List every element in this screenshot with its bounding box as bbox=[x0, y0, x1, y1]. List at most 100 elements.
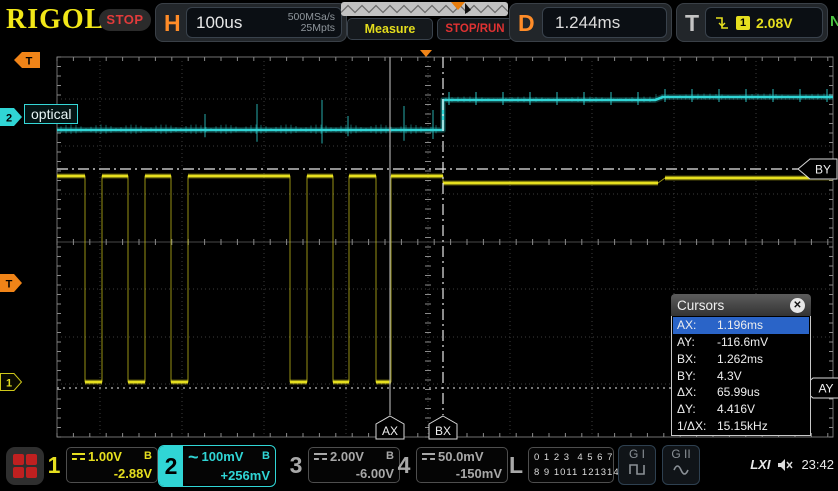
cursors-panel[interactable]: Cursors ✕ AX: 1.196ms AY: -116.6mV BX: 1… bbox=[671, 294, 811, 438]
sine-wave-icon bbox=[672, 462, 690, 476]
logic-readout: 0 1 2 3 4 5 6 7 8 9 1011 12131415 bbox=[528, 447, 614, 483]
trigger-label: T bbox=[685, 10, 699, 37]
channel3-number: 3 bbox=[286, 452, 306, 479]
generator1-label: G I bbox=[619, 446, 655, 462]
cursor-dx-value: 65.99us bbox=[717, 385, 760, 399]
channel1-scale: 1.00V bbox=[88, 450, 122, 463]
cursor-ay-label: AY: bbox=[677, 335, 715, 349]
channel2-user-label[interactable]: optical bbox=[24, 104, 78, 124]
cursor-by-value: 4.3V bbox=[717, 369, 742, 383]
trigger-mode-indicator: N bbox=[830, 13, 838, 30]
channel2-marker-label: 2 bbox=[6, 113, 12, 125]
trigger-level-marker[interactable]: T bbox=[0, 274, 23, 292]
delay-value: 1.244ms bbox=[555, 13, 620, 33]
channel1-marker-label: 1 bbox=[6, 378, 12, 390]
channel2-offset: +256mV bbox=[188, 469, 270, 482]
cursor-row-freq[interactable]: 1/ΔX: 15.15kHz bbox=[673, 417, 809, 434]
timebase-value: 100us bbox=[196, 13, 242, 33]
cursor-bx-tag-label: BX bbox=[435, 424, 451, 438]
lxi-indicator: LXI bbox=[750, 457, 770, 472]
cursor-dy-label: ΔY: bbox=[677, 402, 715, 416]
cursor-row-dy[interactable]: ΔY: 4.416V bbox=[673, 401, 809, 418]
falling-edge-icon bbox=[714, 15, 730, 31]
acquisition-info: 500MSa/s 25Mpts bbox=[288, 12, 335, 34]
horizontal-label: H bbox=[164, 10, 181, 37]
close-icon[interactable]: ✕ bbox=[790, 298, 805, 313]
channel2-scale: 100mV bbox=[202, 450, 244, 463]
channel2-number: 2 bbox=[159, 446, 183, 486]
channel1-offset: -2.88V bbox=[72, 467, 152, 480]
channel3-bandwidth-badge: B bbox=[386, 450, 394, 463]
channel2-readout: ~ 100mV B +256mV bbox=[183, 448, 275, 484]
cursor-ax-tag[interactable]: AX bbox=[375, 415, 405, 440]
channel2-position-marker[interactable]: 2 bbox=[0, 108, 23, 126]
channel3-scale: 2.00V bbox=[330, 450, 364, 463]
cursor-row-dx[interactable]: ΔX: 65.99us bbox=[673, 384, 809, 401]
horizontal-timebase-block[interactable]: H 100us 500MSa/s 25Mpts bbox=[155, 3, 347, 42]
channel1-readout: 1.00V B -2.88V bbox=[66, 447, 158, 483]
clock: 23:42 bbox=[801, 457, 834, 472]
cursors-panel-titlebar[interactable]: Cursors ✕ bbox=[671, 294, 811, 316]
cursor-row-bx[interactable]: BX: 1.262ms bbox=[673, 350, 809, 367]
acquisition-status-badge: STOP bbox=[99, 9, 151, 31]
channel3-offset: -6.00V bbox=[314, 467, 394, 480]
cursor-row-by[interactable]: BY: 4.3V bbox=[673, 367, 809, 384]
cursor-by-tag[interactable]: BY bbox=[797, 157, 838, 182]
cursor-bx-value: 1.262ms bbox=[717, 352, 763, 366]
trigger-level-value: 2.08V bbox=[756, 15, 793, 31]
logic-channels-block[interactable]: L 0 1 2 3 4 5 6 7 8 9 1011 12131415 bbox=[506, 445, 614, 485]
ac-coupling-icon: ~ bbox=[188, 453, 199, 461]
measure-button[interactable]: Measure bbox=[347, 18, 433, 40]
channel1-position-marker[interactable]: 1 bbox=[0, 373, 23, 391]
trigger-block[interactable]: T 1 2.08V bbox=[676, 3, 828, 42]
generator2-button[interactable]: G II bbox=[662, 445, 700, 485]
waveform-preview-strip[interactable] bbox=[341, 2, 508, 16]
memory-depth: 25Mpts bbox=[301, 22, 335, 34]
cursor-freq-value: 15.15kHz bbox=[717, 419, 768, 433]
top-status-bar: RIGOL STOP H 100us 500MSa/s 25Mpts Measu… bbox=[0, 0, 838, 46]
channel4-offset: -150mV bbox=[422, 467, 502, 480]
cursors-panel-title: Cursors bbox=[677, 298, 724, 313]
timebase-readout: 100us 500MSa/s 25Mpts bbox=[186, 7, 342, 38]
cursor-dy-value: 4.416V bbox=[717, 402, 755, 416]
cursor-freq-label: 1/ΔX: bbox=[677, 419, 715, 433]
rigol-logo: RIGOL bbox=[6, 4, 104, 36]
cursor-row-ay[interactable]: AY: -116.6mV bbox=[673, 334, 809, 351]
speaker-muted-icon bbox=[777, 458, 794, 472]
cursor-ay-value: -116.6mV bbox=[717, 335, 768, 349]
channel1-bandwidth-badge: B bbox=[144, 450, 152, 463]
menu-grid-icon bbox=[13, 454, 24, 465]
cursor-bx-tag[interactable]: BX bbox=[428, 415, 458, 440]
trigger-level-marker-label: T bbox=[6, 279, 13, 291]
generator1-button[interactable]: G I bbox=[618, 445, 656, 485]
channel3-block[interactable]: 3 2.00V B -6.00V bbox=[286, 445, 400, 485]
dc-coupling-icon bbox=[422, 453, 435, 461]
logic-row2: 8 9 1011 12131415 bbox=[534, 465, 608, 480]
trigger-source-badge: 1 bbox=[736, 16, 750, 30]
channel4-number: 4 bbox=[394, 452, 414, 479]
logic-row1: 0 1 2 3 4 5 6 7 bbox=[534, 450, 608, 465]
channel2-block[interactable]: 2 ~ 100mV B +256mV bbox=[158, 445, 276, 487]
trigger-readout: 1 2.08V bbox=[705, 7, 823, 38]
dc-coupling-icon bbox=[314, 453, 327, 461]
dc-coupling-icon bbox=[72, 453, 85, 461]
cursor-by-label: BY: bbox=[677, 369, 715, 383]
channel1-number: 1 bbox=[44, 452, 64, 479]
stop-run-button[interactable]: STOP/RUN bbox=[437, 18, 513, 40]
channel4-block[interactable]: 4 50.0mV -150mV bbox=[394, 445, 508, 485]
delay-label: D bbox=[518, 10, 535, 37]
delay-block[interactable]: D 1.244ms bbox=[509, 3, 672, 42]
trigger-position-flag[interactable]: T bbox=[14, 52, 41, 70]
notification-menu-button[interactable] bbox=[6, 447, 44, 485]
channel2-bandwidth-badge: B bbox=[262, 450, 270, 463]
cursors-readout-table: AX: 1.196ms AY: -116.6mV BX: 1.262ms BY:… bbox=[671, 316, 811, 436]
preview-zigzag-icon bbox=[341, 2, 508, 16]
bottom-status-bar: 1 1.00V B -2.88V 2 ~ 100mV B +256mV 3 2.… bbox=[0, 443, 838, 491]
channel1-block[interactable]: 1 1.00V B -2.88V bbox=[44, 445, 158, 485]
channel4-scale: 50.0mV bbox=[438, 450, 484, 463]
cursor-ax-label: AX: bbox=[677, 318, 715, 332]
cursor-row-ax[interactable]: AX: 1.196ms bbox=[673, 317, 809, 334]
channel4-readout: 50.0mV -150mV bbox=[416, 447, 508, 483]
cursor-ax-tag-label: AX bbox=[382, 424, 398, 438]
cursor-bx-label: BX: bbox=[677, 352, 715, 366]
